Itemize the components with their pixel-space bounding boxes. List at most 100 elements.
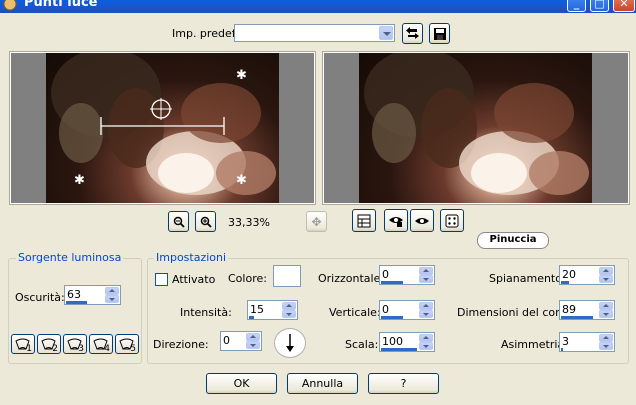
light-source-button-3[interactable]: 3 xyxy=(63,334,87,354)
app-icon xyxy=(3,0,17,11)
scale-value: 100 xyxy=(382,335,403,348)
direction-dial[interactable] xyxy=(274,328,306,358)
scale-spinner[interactable]: 100 xyxy=(379,332,435,352)
enabled-checkbox[interactable] xyxy=(155,273,168,286)
before-preview-panel: ✱ ✱ ✱ xyxy=(10,52,315,204)
vertical-label: Verticale: xyxy=(329,306,381,319)
intensity-label: Intensità: xyxy=(180,306,232,319)
preset-label: Imp. predef.: xyxy=(172,27,242,40)
spinner-arrows[interactable] xyxy=(419,302,433,318)
maximize-button[interactable]: □ xyxy=(590,0,609,12)
spinner-arrows[interactable] xyxy=(246,333,260,349)
save-preset-button[interactable] xyxy=(429,23,450,44)
smoothing-level-bar xyxy=(561,281,569,284)
darkness-level-bar xyxy=(66,301,87,304)
direction-value: 0 xyxy=(223,334,230,347)
asymmetry-level-bar xyxy=(561,348,563,351)
color-label: Colore: xyxy=(228,272,267,285)
vertical-level-bar xyxy=(381,316,403,319)
darkness-value: 63 xyxy=(67,288,81,301)
settings-title: Impostazioni xyxy=(154,251,229,264)
darkness-label: Oscurità: xyxy=(15,291,65,304)
cone-size-value: 89 xyxy=(562,303,576,316)
dice-icon xyxy=(445,214,459,227)
spinner-arrows[interactable] xyxy=(599,334,613,350)
load-arrow-icon xyxy=(406,27,419,39)
direction-spinner[interactable]: 0 xyxy=(220,331,262,351)
light-source-button-5[interactable]: 5 xyxy=(115,334,139,354)
before-preview-image[interactable]: ✱ ✱ ✱ xyxy=(46,53,279,203)
light-marker-icon[interactable]: ✱ xyxy=(236,69,247,82)
title-bar: Punti luce _ □ ✕ xyxy=(0,0,636,13)
light-source-title: Sorgente luminosa xyxy=(16,251,124,264)
minimize-button[interactable]: _ xyxy=(567,0,586,12)
intensity-value: 15 xyxy=(250,303,264,316)
watermark-badge: Pinuccia xyxy=(477,232,549,249)
smoothing-label: Spianamento: xyxy=(489,272,566,285)
intensity-spinner[interactable]: 15 xyxy=(247,300,298,320)
light-source-button-number: 3 xyxy=(78,344,84,354)
spinner-arrows[interactable] xyxy=(419,267,433,283)
move-icon: ✥ xyxy=(311,214,322,229)
zoom-level: 33,33% xyxy=(228,216,270,229)
horizontal-level-bar xyxy=(381,281,403,284)
direction-arrow-icon xyxy=(286,334,294,352)
light-source-button-number: 1 xyxy=(26,344,32,354)
load-preset-button[interactable] xyxy=(402,23,423,44)
window-title: Punti luce xyxy=(24,0,98,10)
enabled-label: Attivato xyxy=(172,273,216,286)
spinner-arrows[interactable] xyxy=(599,267,613,283)
cone-size-spinner[interactable]: 89 xyxy=(559,300,615,320)
light-crosshair-icon[interactable] xyxy=(99,97,234,137)
color-swatch[interactable] xyxy=(273,265,301,287)
zoom-in-icon xyxy=(200,216,212,228)
randomize-button[interactable] xyxy=(440,209,464,232)
after-preview-panel xyxy=(323,52,629,204)
layout-icon xyxy=(357,214,371,227)
spinner-arrows[interactable] xyxy=(599,302,613,318)
light-source-button-number: 4 xyxy=(104,344,110,354)
preview-toggle-button[interactable] xyxy=(410,209,434,232)
direction-label: Direzione: xyxy=(153,338,209,351)
scale-level-bar xyxy=(381,348,417,351)
zoom-in-button[interactable] xyxy=(195,211,216,232)
layout-toggle-button[interactable] xyxy=(352,209,376,232)
floppy-disk-icon xyxy=(433,27,446,40)
spinner-arrows[interactable] xyxy=(105,287,119,303)
asymmetry-spinner[interactable]: 3 xyxy=(559,332,615,352)
cancel-button[interactable]: Annulla xyxy=(287,373,358,394)
vertical-value: 0 xyxy=(382,303,389,316)
ok-button[interactable]: OK xyxy=(206,373,277,394)
light-marker-icon[interactable]: ✱ xyxy=(236,174,247,187)
spinner-arrows[interactable] xyxy=(282,302,296,318)
darkness-spinner[interactable]: 63 xyxy=(64,285,121,305)
scale-label: Scala: xyxy=(345,338,379,351)
preview-artwork xyxy=(364,53,589,195)
spinner-arrows[interactable] xyxy=(419,334,433,350)
light-source-button-2[interactable]: 2 xyxy=(37,334,61,354)
light-source-button-number: 5 xyxy=(130,344,136,354)
chevron-down-icon xyxy=(379,26,393,40)
eye-lock-icon xyxy=(389,216,403,227)
zoom-out-icon xyxy=(173,216,185,228)
light-marker-icon[interactable]: ✱ xyxy=(74,174,85,187)
vertical-spinner[interactable]: 0 xyxy=(379,300,435,320)
cone-size-label: Dimensioni del cono: xyxy=(457,306,573,319)
eye-icon xyxy=(415,217,429,224)
asymmetry-value: 3 xyxy=(562,335,569,348)
light-source-button-number: 2 xyxy=(52,344,58,354)
preview-lock-button[interactable] xyxy=(384,209,408,232)
zoom-out-button[interactable] xyxy=(168,211,189,232)
preset-select[interactable] xyxy=(234,24,395,42)
horizontal-spinner[interactable]: 0 xyxy=(379,265,435,285)
light-source-button-1[interactable]: 1 xyxy=(11,334,35,354)
smoothing-spinner[interactable]: 20 xyxy=(559,265,615,285)
smoothing-value: 20 xyxy=(562,268,576,281)
light-source-button-4[interactable]: 4 xyxy=(89,334,113,354)
horizontal-value: 0 xyxy=(382,268,389,281)
horizontal-label: Orizzontale: xyxy=(318,272,385,285)
help-button[interactable]: ? xyxy=(368,373,439,394)
close-button[interactable]: ✕ xyxy=(613,0,635,12)
pan-button[interactable]: ✥ xyxy=(306,211,327,232)
intensity-level-bar xyxy=(249,316,254,319)
